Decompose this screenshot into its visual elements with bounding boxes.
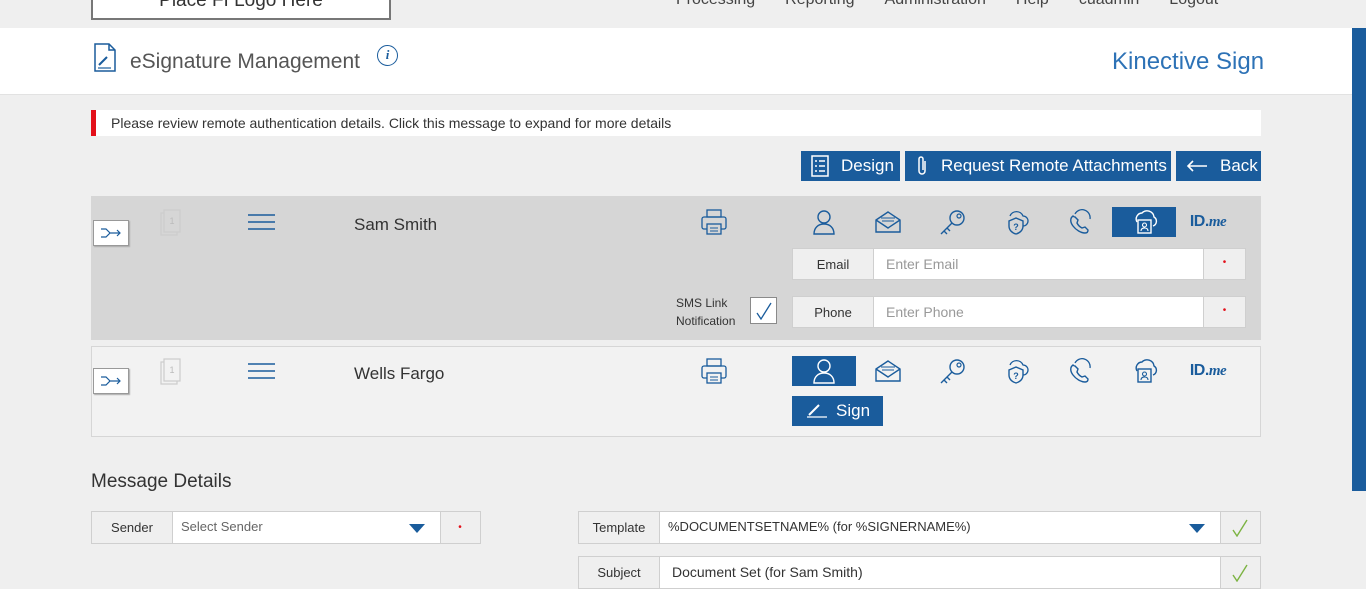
sender-select[interactable]: Sender Select Sender •: [91, 511, 481, 544]
template-value[interactable]: %DOCUMENTSETNAME% (for %SIGNERNAME%): [659, 512, 1221, 543]
top-navigation: Processing Reporting Administration Help…: [676, 0, 1248, 9]
sign-button[interactable]: Sign: [792, 396, 883, 426]
phone-icon[interactable]: [1048, 207, 1112, 237]
cloud-id-icon[interactable]: [1112, 207, 1176, 237]
paperclip-icon: [918, 156, 926, 175]
request-remote-attachments-button[interactable]: Request Remote Attachments: [905, 151, 1171, 181]
logo-placeholder: Place FI Logo Here: [91, 0, 391, 20]
printer-icon[interactable]: [700, 357, 728, 390]
cloud-id-icon[interactable]: [1112, 356, 1176, 386]
printer-icon[interactable]: [700, 208, 728, 241]
subject-field[interactable]: Subject Document Set (for Sam Smith): [578, 556, 1261, 589]
sms-link-notification-label: SMS Link Notification: [676, 296, 736, 328]
email-input[interactable]: [873, 249, 1204, 279]
nav-help[interactable]: Help: [1016, 0, 1049, 9]
signer-row: 1 Sam Smith ? ID.me Email • SMS Li: [91, 196, 1261, 340]
in-person-icon[interactable]: [792, 207, 856, 237]
auth-method-bar: ? ID. me: [792, 207, 1240, 237]
phone-field-group: Phone •: [792, 296, 1246, 328]
idme-logo[interactable]: ID. me: [1176, 207, 1240, 237]
svg-text:1: 1: [169, 365, 174, 375]
arrow-left-icon: [1186, 160, 1207, 172]
kba-shield-icon[interactable]: ?: [984, 356, 1048, 386]
design-button-label: Design: [841, 156, 894, 175]
page-header: eSignature Management i Kinective Sign: [0, 28, 1352, 95]
route-arrow-icon: [101, 228, 121, 238]
back-button-label: Back: [1220, 156, 1258, 175]
sign-button-label: Sign: [836, 401, 871, 420]
subject-input[interactable]: Document Set (for Sam Smith): [659, 557, 1221, 588]
route-arrow-icon: [101, 376, 121, 386]
kba-shield-icon[interactable]: ?: [984, 207, 1048, 237]
phone-label: Phone: [814, 305, 852, 320]
route-button[interactable]: [93, 220, 129, 246]
email-label: Email: [816, 257, 850, 272]
scrollbar-thumb[interactable]: [1352, 28, 1366, 491]
phone-icon[interactable]: [1048, 356, 1112, 386]
nav-administration[interactable]: Administration: [885, 0, 986, 9]
signing-order-icon[interactable]: 1: [160, 209, 182, 242]
valid-check-icon: [1220, 512, 1260, 543]
brand-name: Kinective Sign: [1112, 48, 1265, 75]
template-select[interactable]: Template %DOCUMENTSETNAME% (for %SIGNERN…: [578, 511, 1261, 544]
subject-label: Subject: [597, 565, 641, 580]
hamburger-menu-icon[interactable]: [248, 363, 275, 384]
nav-reporting[interactable]: Reporting: [785, 0, 854, 9]
hamburger-menu-icon[interactable]: [248, 214, 275, 235]
back-button[interactable]: Back: [1176, 151, 1261, 181]
key-icon[interactable]: [920, 207, 984, 237]
document-sign-icon: [92, 43, 118, 78]
info-icon[interactable]: i: [377, 45, 398, 66]
required-marker: •: [1222, 305, 1227, 316]
required-marker: •: [1222, 257, 1227, 268]
email-icon[interactable]: [856, 356, 920, 386]
nav-processing[interactable]: Processing: [676, 0, 755, 9]
top-bar: Place FI Logo Here Processing Reporting …: [0, 0, 1366, 28]
design-button[interactable]: Design: [801, 151, 900, 181]
svg-text:?: ?: [1013, 371, 1019, 381]
remote-auth-alert[interactable]: Please review remote authentication deta…: [91, 110, 1261, 136]
signer-row: 1 Wells Fargo ? ID. me Sign: [91, 346, 1261, 437]
chevron-down-icon[interactable]: [1189, 524, 1205, 533]
email-icon[interactable]: [856, 207, 920, 237]
signer-name: Wells Fargo: [354, 364, 445, 383]
svg-text:1: 1: [169, 216, 174, 226]
valid-check-icon: [1220, 557, 1260, 588]
in-person-icon[interactable]: [792, 356, 856, 386]
nav-logout[interactable]: Logout: [1169, 0, 1218, 9]
checkmark-icon: [755, 302, 772, 320]
template-label: Template: [592, 520, 646, 535]
svg-text:?: ?: [1013, 222, 1019, 232]
idme-logo[interactable]: ID. me: [1176, 356, 1240, 386]
request-remote-attachments-label: Request Remote Attachments: [941, 156, 1167, 175]
route-button[interactable]: [93, 368, 129, 394]
checklist-icon: [811, 155, 829, 177]
page-title: eSignature Management: [130, 50, 360, 73]
sender-value[interactable]: Select Sender: [172, 512, 441, 543]
signing-order-icon[interactable]: 1: [160, 358, 182, 391]
signer-name: Sam Smith: [354, 215, 438, 234]
auth-method-bar: ? ID. me: [792, 356, 1240, 386]
pen-icon: [807, 404, 827, 418]
sender-label: Sender: [111, 520, 153, 535]
message-details-title: Message Details: [91, 471, 232, 492]
phone-input[interactable]: [873, 297, 1204, 327]
key-icon[interactable]: [920, 356, 984, 386]
sms-notification-checkbox[interactable]: [750, 297, 777, 324]
email-field-group: Email •: [792, 248, 1246, 280]
chevron-down-icon[interactable]: [409, 524, 425, 533]
nav-user[interactable]: cuadmin: [1079, 0, 1139, 9]
required-marker: •: [458, 522, 462, 533]
